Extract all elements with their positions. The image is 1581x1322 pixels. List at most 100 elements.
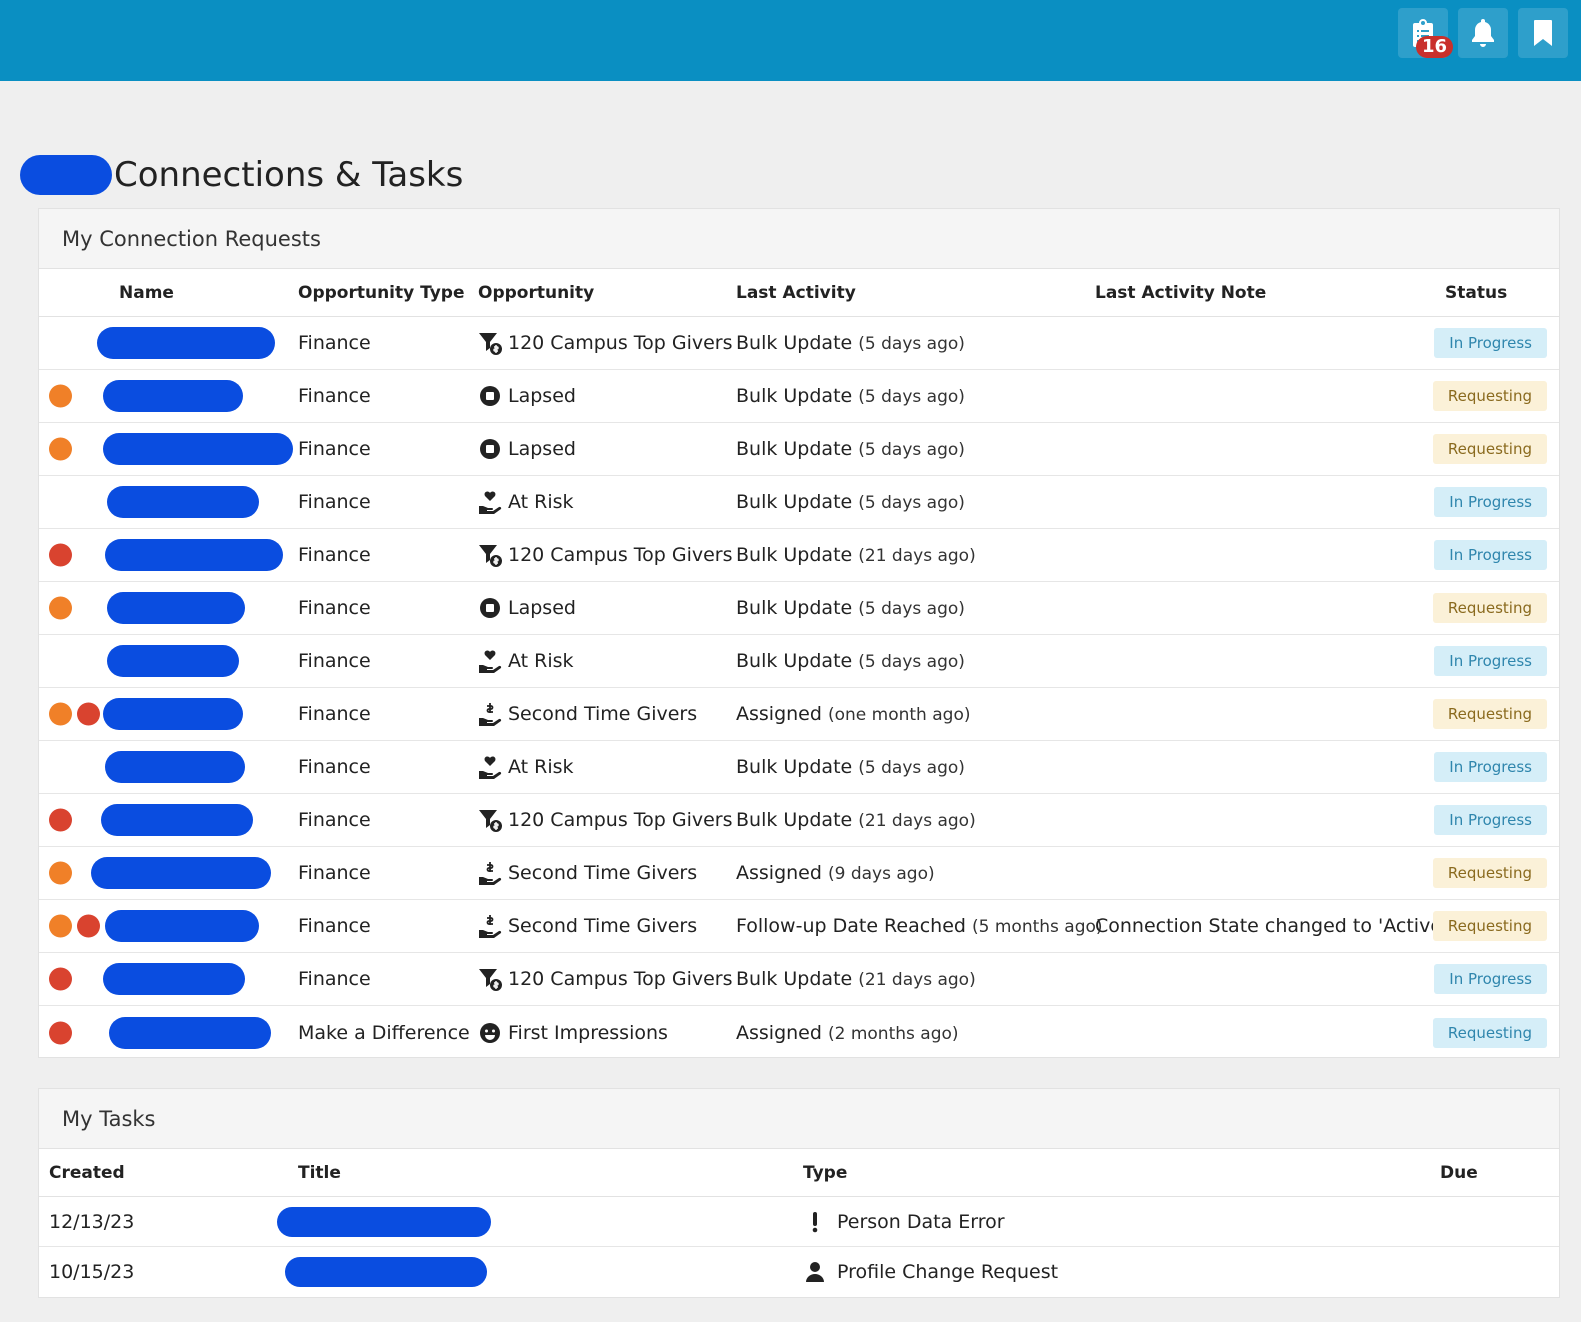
notifications-button[interactable] [1458, 8, 1508, 58]
opportunity-label: Lapsed [508, 385, 576, 407]
opportunity-cell: Lapsed [478, 596, 576, 620]
tasks-button[interactable]: 16 [1398, 8, 1454, 58]
indicator-dots [49, 914, 100, 938]
last-activity-label: Bulk Update [736, 385, 853, 407]
last-activity-time: (5 days ago) [858, 334, 965, 354]
redacted-name [97, 327, 275, 359]
redacted-task-title[interactable] [285, 1257, 487, 1287]
connection-row[interactable]: Finance 120 Campus Top Givers Bulk Updat… [39, 529, 1559, 582]
funnel-dollar-icon [479, 545, 502, 567]
opportunity-label: 120 Campus Top Givers [508, 809, 733, 831]
indicator-dots [49, 596, 72, 620]
opportunity-type-cell: Finance [298, 597, 371, 619]
last-activity-time: (5 days ago) [858, 440, 965, 460]
page-title: Connections & Tasks [114, 155, 464, 195]
column-header-last-activity[interactable]: Last Activity [736, 283, 856, 303]
opportunity-cell: At Risk [478, 649, 574, 673]
funnel-dollar-icon [479, 333, 502, 355]
opportunity-cell: 120 Campus Top Givers [478, 543, 733, 567]
opportunity-type-cell: Make a Difference [298, 1021, 470, 1044]
stop-circle-icon [480, 386, 500, 406]
status-badge: Requesting [1432, 911, 1547, 941]
connection-row[interactable]: Finance At Risk Bulk Update (5 days ago)… [39, 741, 1559, 794]
opportunity-label: 120 Campus Top Givers [508, 968, 733, 990]
indicator-dots [49, 808, 72, 832]
status-badge: Requesting [1432, 1017, 1547, 1048]
connection-table-header: Name Opportunity Type Opportunity Last A… [39, 269, 1559, 317]
column-header-type[interactable]: Type [803, 1163, 847, 1183]
last-activity-time: (2 months ago) [827, 1023, 959, 1044]
task-type-cell: Person Data Error [805, 1211, 1005, 1233]
connection-row[interactable]: Finance Second Time Givers Follow-up Dat… [39, 900, 1559, 953]
last-activity-label: Bulk Update [736, 650, 853, 672]
last-activity-cell: Bulk Update (5 days ago) [736, 332, 965, 354]
connection-row[interactable]: Finance 120 Campus Top Givers Bulk Updat… [39, 953, 1559, 1006]
opportunity-label: Lapsed [508, 597, 576, 619]
opportunity-type-cell: Finance [298, 332, 371, 354]
task-type-label: Profile Change Request [837, 1261, 1059, 1283]
redacted-name [91, 857, 271, 889]
redacted-name [109, 1016, 271, 1049]
connection-row[interactable]: Finance Lapsed Bulk Update (5 days ago) … [39, 423, 1559, 476]
stop-circle-icon [480, 598, 500, 618]
user-icon [806, 1262, 824, 1282]
indicator-dots [49, 861, 72, 885]
last-activity-cell: Assigned (2 months ago) [736, 1022, 959, 1044]
opportunity-cell: At Risk [478, 490, 574, 514]
last-activity-cell: Bulk Update (5 days ago) [736, 385, 965, 407]
opportunity-type-cell: Finance [298, 650, 371, 672]
opportunity-cell: Second Time Givers [478, 702, 697, 726]
indicator-dots [49, 1021, 72, 1044]
column-header-title[interactable]: Title [298, 1163, 341, 1183]
page-header: Connections & Tasks [20, 150, 463, 200]
connection-row[interactable]: Finance Second Time Givers Assigned (one… [39, 688, 1559, 741]
connection-row[interactable]: Finance Lapsed Bulk Update (5 days ago) … [39, 370, 1559, 423]
redacted-name [105, 751, 245, 783]
last-activity-time: (21 days ago) [858, 970, 976, 990]
orange-indicator-dot [49, 596, 72, 620]
column-header-opportunity[interactable]: Opportunity [478, 283, 594, 303]
last-activity-label: Assigned [736, 703, 822, 725]
red-indicator-dot [49, 808, 72, 832]
task-row[interactable]: 10/15/23 Profile Change Request [39, 1247, 1559, 1297]
last-activity-note-cell: Connection State changed to 'Active'. [1095, 915, 1454, 937]
connection-row[interactable]: Make a Difference First Impressions Assi… [39, 1006, 1559, 1059]
indicator-dots [49, 437, 72, 461]
stop-circle-icon [480, 439, 500, 459]
opportunity-type-cell: Finance [298, 385, 371, 407]
opportunity-label: First Impressions [508, 1021, 668, 1044]
last-activity-label: Bulk Update [736, 756, 853, 778]
last-activity-time: (5 days ago) [858, 599, 965, 619]
column-header-status[interactable]: Status [1445, 283, 1507, 303]
redacted-name [103, 380, 243, 412]
opportunity-type-cell: Finance [298, 809, 371, 831]
last-activity-label: Bulk Update [736, 597, 853, 619]
red-indicator-dot [49, 1021, 72, 1044]
column-header-created[interactable]: Created [49, 1163, 125, 1183]
connection-row[interactable]: Finance 120 Campus Top Givers Bulk Updat… [39, 317, 1559, 370]
opportunity-label: At Risk [508, 756, 574, 778]
column-header-last-activity-note[interactable]: Last Activity Note [1095, 283, 1266, 303]
last-activity-time: (5 days ago) [858, 758, 965, 778]
tasks-table-body: 12/13/23 Person Data Error 10/15/23 Prof… [39, 1197, 1559, 1297]
task-type-label: Person Data Error [837, 1210, 1005, 1233]
funnel-dollar-icon [479, 810, 502, 832]
status-badge: Requesting [1432, 593, 1547, 623]
connection-row[interactable]: Finance At Risk Bulk Update (5 days ago)… [39, 635, 1559, 688]
last-activity-time: (21 days ago) [858, 811, 976, 831]
connection-row[interactable]: Finance 120 Campus Top Givers Bulk Updat… [39, 794, 1559, 847]
task-row[interactable]: 12/13/23 Person Data Error [39, 1197, 1559, 1247]
column-header-due[interactable]: Due [1440, 1163, 1478, 1183]
connection-row[interactable]: Finance Lapsed Bulk Update (5 days ago) … [39, 582, 1559, 635]
connection-row[interactable]: Finance Second Time Givers Assigned (9 d… [39, 847, 1559, 900]
opportunity-label: Lapsed [508, 438, 576, 460]
status-badge: In Progress [1434, 487, 1547, 517]
task-created-date: 10/15/23 [49, 1261, 135, 1283]
column-header-opportunity-type[interactable]: Opportunity Type [298, 283, 465, 303]
connection-row[interactable]: Finance At Risk Bulk Update (5 days ago)… [39, 476, 1559, 529]
column-header-name[interactable]: Name [119, 283, 174, 303]
bookmarks-button[interactable] [1518, 8, 1568, 58]
orange-indicator-dot [49, 384, 72, 408]
redacted-task-title[interactable] [277, 1206, 491, 1237]
status-badge: In Progress [1434, 964, 1547, 994]
